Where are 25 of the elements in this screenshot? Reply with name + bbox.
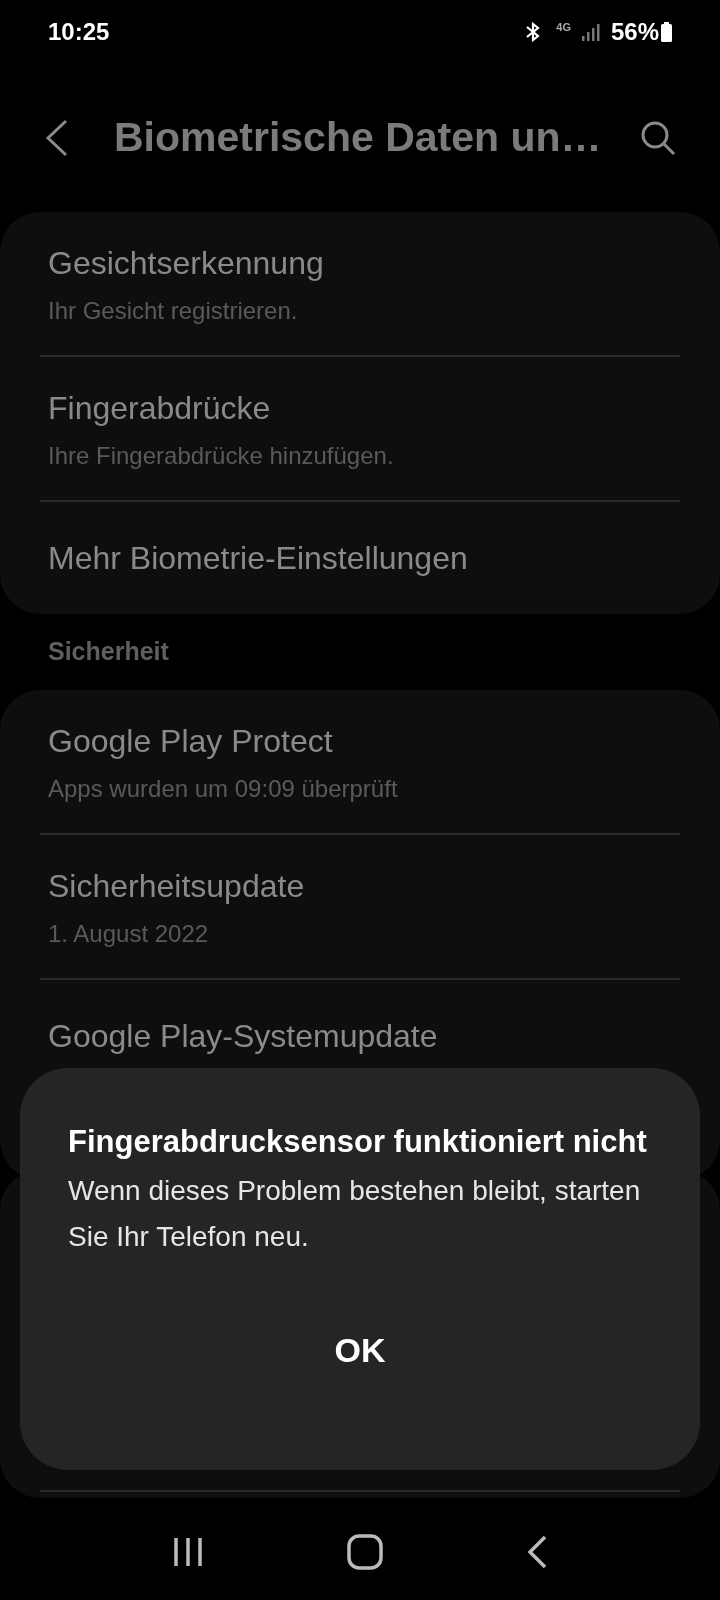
setting-subtitle: Apps wurden um 09:09 überprüft bbox=[48, 773, 399, 804]
setting-title[interactable]: Sicherheitsupdate bbox=[48, 861, 672, 910]
home-icon[interactable] bbox=[347, 1534, 383, 1570]
network-type: 4G bbox=[556, 21, 571, 35]
search-icon[interactable] bbox=[640, 120, 676, 156]
setting-subtitle: 1. August 2022 bbox=[48, 918, 210, 949]
back-icon[interactable] bbox=[44, 119, 70, 157]
setting-title[interactable]: Gesichtserkennung bbox=[48, 238, 672, 287]
setting-title[interactable]: Mehr Biometrie-Einstellungen bbox=[48, 534, 672, 582]
ok-button[interactable]: OK bbox=[314, 1316, 406, 1384]
setting-subtitle: Ihr Gesicht registrieren. bbox=[48, 295, 299, 326]
setting-title[interactable]: Google Play-Systemupdate bbox=[48, 1012, 672, 1060]
page-title: Biometrische Daten un… bbox=[114, 113, 603, 163]
recent-apps-icon[interactable] bbox=[171, 1536, 204, 1568]
signal-icon bbox=[580, 22, 601, 42]
setting-title[interactable]: Fingerabdrücke bbox=[48, 383, 672, 432]
status-time: 10:25 bbox=[48, 17, 110, 47]
battery-icon bbox=[661, 22, 672, 42]
setting-subtitle: Ihre Fingerabdrücke hinzufügen. bbox=[48, 440, 395, 471]
dialog-message: Wenn dieses Problem bestehen bleibt, starten Sie Ihr Telefon neu. bbox=[68, 1174, 642, 1254]
setting-title[interactable]: Google Play Protect bbox=[48, 716, 672, 765]
section-heading: Sicherheit bbox=[48, 636, 169, 668]
back-icon[interactable] bbox=[526, 1535, 549, 1569]
battery-percent: 56% bbox=[610, 17, 659, 47]
dialog-title: Fingerabdrucksensor funktioniert nicht bbox=[68, 1123, 648, 1161]
